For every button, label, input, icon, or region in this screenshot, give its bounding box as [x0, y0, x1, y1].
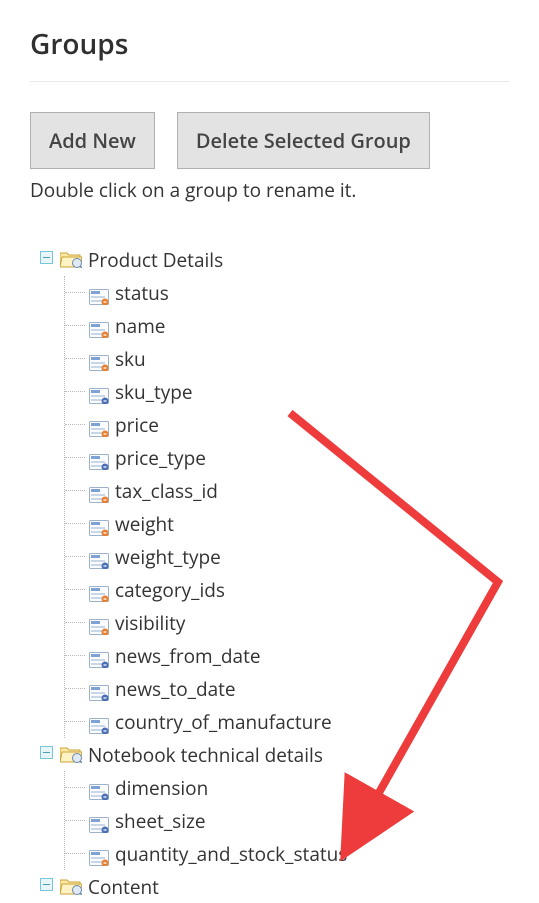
- collapse-icon[interactable]: [40, 878, 53, 891]
- attribute-icon: [89, 714, 109, 730]
- attribute-label: sku: [115, 346, 146, 372]
- attribute-label: news_from_date: [115, 643, 261, 669]
- attribute-label: tax_class_id: [115, 478, 218, 504]
- attribute-icon: [89, 285, 109, 301]
- page-title: Groups: [30, 25, 509, 82]
- attribute-node[interactable]: name: [65, 309, 509, 342]
- attribute-icon: [89, 549, 109, 565]
- folder-icon: [60, 878, 82, 895]
- attribute-icon: [89, 648, 109, 664]
- attribute-node[interactable]: weight_type: [65, 540, 509, 573]
- attribute-node[interactable]: dimension: [65, 771, 509, 804]
- group-node[interactable]: Product Details: [42, 243, 509, 276]
- attribute-label: country_of_manufacture: [115, 709, 332, 735]
- attribute-node[interactable]: news_to_date: [65, 672, 509, 705]
- attribute-node[interactable]: price: [65, 408, 509, 441]
- collapse-icon[interactable]: [40, 251, 53, 264]
- attribute-node[interactable]: country_of_manufacture: [65, 705, 509, 738]
- attribute-node[interactable]: price_type: [65, 441, 509, 474]
- group-label: Product Details: [88, 247, 223, 273]
- attribute-label: sku_type: [115, 379, 193, 405]
- attribute-node[interactable]: news_from_date: [65, 639, 509, 672]
- attribute-icon: [89, 351, 109, 367]
- attribute-icon: [89, 846, 109, 862]
- folder-icon: [60, 251, 82, 268]
- attribute-icon: [89, 780, 109, 796]
- attribute-node[interactable]: status: [65, 276, 509, 309]
- attribute-label: weight_type: [115, 544, 221, 570]
- add-new-button[interactable]: Add New: [30, 112, 155, 169]
- attribute-icon: [89, 417, 109, 433]
- attribute-node[interactable]: quantity_and_stock_status: [65, 837, 509, 870]
- rename-instruction: Double click on a group to rename it.: [30, 177, 509, 203]
- attribute-label: weight: [115, 511, 174, 537]
- groups-tree: Product Details status name sku sku_type: [42, 243, 509, 903]
- attribute-icon: [89, 384, 109, 400]
- group-node[interactable]: Notebook technical details: [42, 738, 509, 771]
- attribute-node[interactable]: visibility: [65, 606, 509, 639]
- attribute-label: status: [115, 280, 169, 306]
- attribute-icon: [89, 318, 109, 334]
- group-label: Notebook technical details: [88, 742, 323, 768]
- attribute-label: news_to_date: [115, 676, 236, 702]
- attribute-icon: [89, 615, 109, 631]
- attribute-icon: [89, 450, 109, 466]
- attribute-icon: [89, 516, 109, 532]
- group-label: Content: [88, 874, 159, 900]
- attribute-label: visibility: [115, 610, 185, 636]
- attribute-label: dimension: [115, 775, 208, 801]
- attribute-label: sheet_size: [115, 808, 206, 834]
- folder-icon: [60, 746, 82, 763]
- attribute-label: price: [115, 412, 159, 438]
- attribute-node[interactable]: sku_type: [65, 375, 509, 408]
- attribute-label: name: [115, 313, 165, 339]
- attribute-label: category_ids: [115, 577, 225, 603]
- attribute-label: price_type: [115, 445, 206, 471]
- attribute-label: quantity_and_stock_status: [115, 841, 347, 867]
- toolbar: Add New Delete Selected Group: [30, 112, 509, 169]
- attribute-node[interactable]: sheet_size: [65, 804, 509, 837]
- attribute-icon: [89, 681, 109, 697]
- attribute-icon: [89, 582, 109, 598]
- attribute-node[interactable]: category_ids: [65, 573, 509, 606]
- attribute-node[interactable]: weight: [65, 507, 509, 540]
- attribute-icon: [89, 813, 109, 829]
- attribute-icon: [89, 483, 109, 499]
- attribute-node[interactable]: tax_class_id: [65, 474, 509, 507]
- delete-selected-group-button[interactable]: Delete Selected Group: [177, 112, 430, 169]
- collapse-icon[interactable]: [40, 746, 53, 759]
- attribute-node[interactable]: sku: [65, 342, 509, 375]
- group-node[interactable]: Content: [42, 870, 509, 903]
